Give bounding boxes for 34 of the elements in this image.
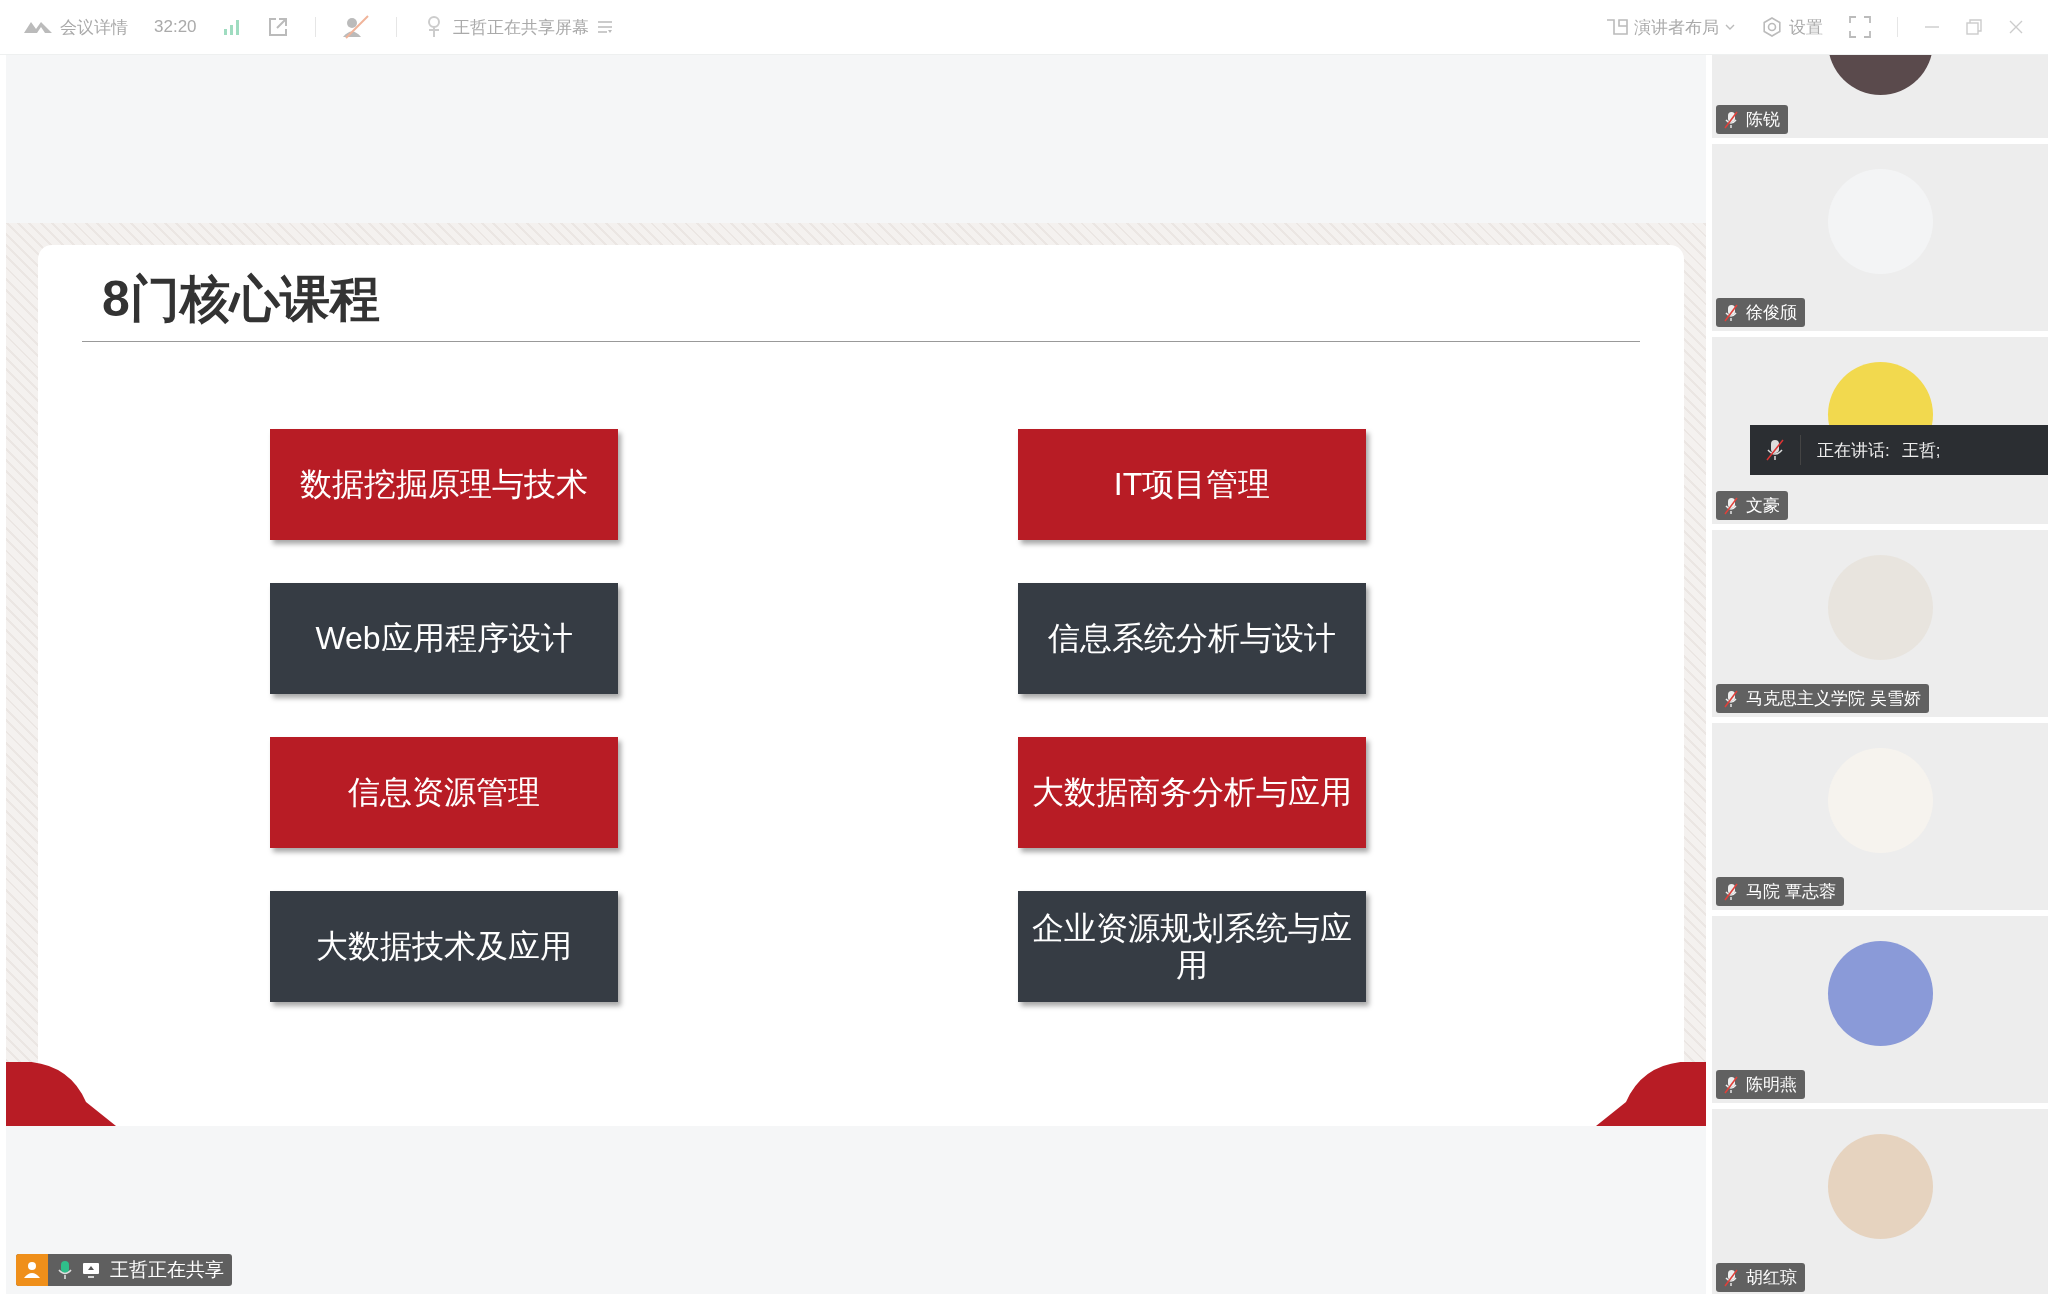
screen-share-icon	[82, 1262, 100, 1278]
signal-icon	[222, 18, 241, 36]
video-off-icon[interactable]	[341, 15, 370, 39]
course-tile: 大数据商务分析与应用	[1018, 737, 1366, 848]
participant-name-tag[interactable]: 胡红琼	[1716, 1263, 1805, 1292]
participant-name-tag[interactable]: 陈明燕	[1716, 1070, 1805, 1099]
layout-icon	[1606, 17, 1628, 37]
logo-icon	[24, 19, 52, 35]
list-icon[interactable]	[596, 20, 613, 34]
sharing-label: 王哲正在共享	[110, 1258, 224, 1282]
sharing-status: 王哲正在共享屏幕	[452, 16, 589, 39]
course-tile: 大数据技术及应用	[270, 891, 618, 1002]
course-tile: Web应用程序设计	[270, 583, 618, 694]
course-tile: IT项目管理	[1018, 429, 1366, 540]
slide-title: 8门核心课程	[101, 270, 381, 329]
participant-name-tag[interactable]: 马院 覃志蓉	[1716, 877, 1844, 906]
participant-name-tag[interactable]: 徐俊颀	[1716, 298, 1805, 327]
participant-name-tag[interactable]: 马克思主义学院 吴雪娇	[1716, 684, 1929, 713]
course-tile: 企业资源规划系统与应用	[1018, 891, 1366, 1002]
course-tile: 信息系统分析与设计	[1018, 583, 1366, 694]
chevron-down-icon	[1725, 23, 1735, 31]
participant-name-tag[interactable]: 文豪	[1716, 491, 1788, 520]
speaker-name: 王哲;	[1901, 439, 1941, 462]
close-icon[interactable]	[2008, 19, 2024, 35]
meeting-timer: 32:20	[154, 17, 197, 37]
course-tile: 数据挖掘原理与技术	[270, 429, 618, 540]
person-icon	[23, 1261, 41, 1279]
course-tile: 信息资源管理	[270, 737, 618, 848]
restore-icon[interactable]	[1966, 19, 1982, 35]
settings-icon	[1761, 16, 1783, 38]
speaking-label: 正在讲话:	[1817, 439, 1890, 462]
share-out-icon[interactable]	[266, 16, 289, 38]
participant-name-tag[interactable]: 陈锐	[1716, 105, 1788, 134]
fullscreen-icon[interactable]	[1849, 16, 1871, 38]
